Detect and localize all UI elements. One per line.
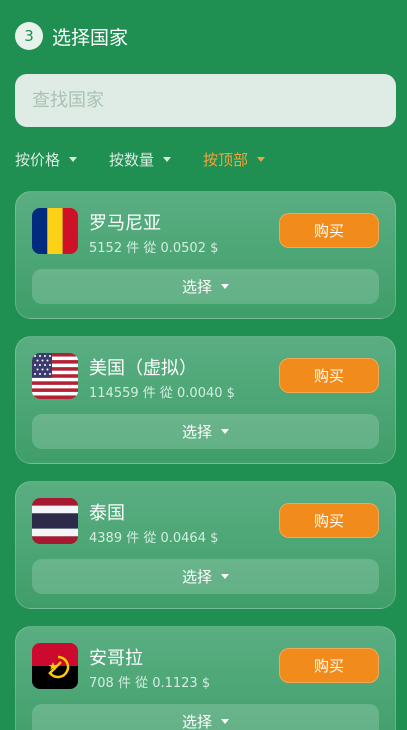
country-meta: 4389 件 從 0.0464 $ — [89, 531, 219, 546]
country-card: 罗马尼亚 5152 件 從 0.0502 $ 购买 选择 — [15, 191, 396, 319]
thailand-flag-icon — [32, 498, 78, 544]
step-number-badge: 3 — [15, 22, 43, 50]
select-dropdown[interactable]: 选择 — [32, 269, 379, 304]
caret-down-icon — [221, 719, 229, 724]
buy-button[interactable]: 购买 — [279, 213, 379, 248]
caret-down-icon — [221, 574, 229, 579]
search-input[interactable] — [15, 74, 396, 127]
romania-flag-icon — [32, 208, 78, 254]
country-card: 美国（虚拟） 114559 件 從 0.0040 $ 购买 选择 — [15, 336, 396, 464]
select-dropdown[interactable]: 选择 — [32, 559, 379, 594]
caret-down-icon — [221, 429, 229, 434]
country-name: 安哥拉 — [89, 648, 143, 669]
sort-by-top[interactable]: 按顶部 — [203, 149, 266, 170]
country-name: 美国（虚拟） — [89, 358, 197, 379]
country-meta: 708 件 從 0.1123 $ — [89, 676, 211, 691]
caret-down-icon — [69, 156, 78, 162]
caret-down-icon — [163, 156, 172, 162]
page-title: 选择国家 — [52, 26, 129, 49]
country-name: 泰国 — [89, 503, 125, 524]
country-card: 安哥拉 708 件 從 0.1123 $ 购买 选择 — [15, 626, 396, 730]
step-header: 3 选择国家 — [15, 22, 128, 50]
country-meta: 114559 件 從 0.0040 $ — [89, 386, 235, 401]
sort-label: 按价格 — [15, 150, 61, 169]
country-card: 泰国 4389 件 從 0.0464 $ 购买 选择 — [15, 481, 396, 609]
select-label: 选择 — [181, 423, 212, 441]
caret-down-icon — [257, 156, 266, 162]
select-label: 选择 — [181, 568, 212, 586]
caret-down-icon — [221, 284, 229, 289]
sort-label: 按数量 — [109, 150, 155, 169]
country-name: 罗马尼亚 — [89, 213, 161, 234]
select-label: 选择 — [181, 713, 212, 730]
usa-flag-icon — [32, 353, 78, 399]
select-dropdown[interactable]: 选择 — [32, 414, 379, 449]
select-label: 选择 — [181, 278, 212, 296]
sort-label: 按顶部 — [203, 150, 249, 169]
select-dropdown[interactable]: 选择 — [32, 704, 379, 730]
angola-flag-icon — [32, 643, 78, 689]
buy-button[interactable]: 购买 — [279, 648, 379, 683]
sort-bar: 按价格 按数量 按顶部 — [15, 148, 266, 170]
sort-by-quantity[interactable]: 按数量 — [109, 149, 172, 170]
buy-button[interactable]: 购买 — [279, 503, 379, 538]
country-meta: 5152 件 從 0.0502 $ — [89, 241, 219, 256]
buy-button[interactable]: 购买 — [279, 358, 379, 393]
sort-by-price[interactable]: 按价格 — [15, 149, 78, 170]
